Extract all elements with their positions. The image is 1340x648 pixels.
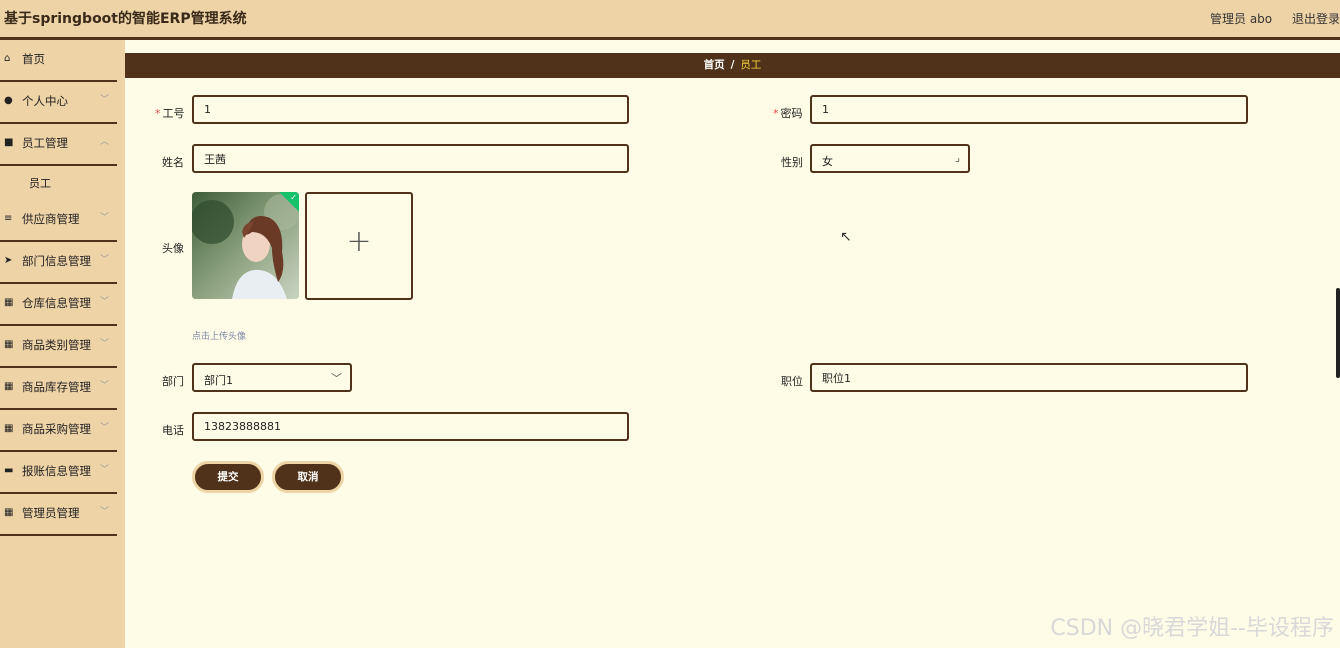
list-icon: ≡ [4, 213, 13, 224]
sidebar-item-label: 员工管理 [22, 136, 68, 150]
check-icon: ✓ [290, 193, 297, 202]
grid-icon: ▦ [4, 339, 14, 350]
scrollbar[interactable] [1336, 288, 1340, 378]
chevron-up-icon: ︿ [99, 137, 109, 147]
sidebar-item-label: 报账信息管理 [22, 464, 91, 478]
chevron-down-icon: ﹀ [99, 95, 109, 105]
resize-corner-icon: ⌟ [954, 151, 960, 164]
sidebar-item-label: 个人中心 [22, 94, 68, 108]
avatar-photo [192, 192, 299, 299]
grid-icon: ▦ [4, 507, 14, 518]
chevron-down-icon: ﹀ [99, 423, 109, 433]
sidebar-item-label: 管理员管理 [22, 506, 80, 520]
sidebar-item-label: 首页 [22, 52, 45, 66]
name-label: 姓名 [162, 156, 184, 169]
top-header: 基于springboot的智能ERP管理系统 管理员 abo 退出登录 [0, 0, 1340, 40]
phone-label: 电话 [162, 424, 184, 437]
header-user-area: 管理员 abo 退出登录 [1194, 10, 1340, 27]
sidebar-subitem-label: 员工 [29, 177, 51, 190]
sidebar-item-purchase[interactable]: ▦ 商品采购管理 ﹀ [0, 410, 117, 452]
breadcrumb-current: 员工 [740, 59, 762, 71]
submit-button[interactable]: 提交 [192, 461, 264, 493]
sidebar-item-label: 商品采购管理 [22, 422, 91, 436]
avatar-label: 头像 [162, 242, 184, 255]
sidebar-item-label: 仓库信息管理 [22, 296, 91, 310]
chevron-down-icon: ﹀ [99, 339, 109, 349]
sidebar-subitem-employee[interactable]: 员工 [0, 167, 117, 197]
gender-label: 性别 [781, 156, 803, 169]
chevron-down-icon: ﹀ [331, 372, 342, 385]
breadcrumb: 首页 / 员工 [125, 53, 1340, 78]
gender-value: 女 [822, 155, 833, 168]
password-label: * 密码 [773, 105, 803, 121]
cancel-button[interactable]: 取消 [272, 461, 344, 493]
mouse-cursor-icon: ↖ [840, 229, 852, 245]
sidebar-item-supplier[interactable]: ≡ 供应商管理 ﹀ [0, 200, 117, 242]
upload-tip: 点击上传头像 [192, 332, 247, 342]
logout-link[interactable]: 退出登录 [1292, 12, 1340, 26]
required-mark: * [155, 107, 161, 120]
avatar-image[interactable]: ✓ [192, 192, 299, 299]
chevron-down-icon: ﹀ [99, 381, 109, 391]
watermark: CSDN @晓君学姐--毕设程序 [1050, 616, 1334, 641]
sidebar-item-reimbursement[interactable]: ▬ 报账信息管理 ﹀ [0, 452, 117, 494]
sidebar-item-home[interactable]: ⌂ 首页 [0, 40, 117, 82]
sidebar-item-department[interactable]: ➤ 部门信息管理 ﹀ [0, 242, 117, 284]
chat-icon: ■ [4, 137, 14, 148]
employee-no-label: * 工号 [155, 105, 185, 121]
department-value: 部门1 [204, 374, 233, 387]
sidebar-item-label: 部门信息管理 [22, 254, 91, 268]
breadcrumb-home[interactable]: 首页 [704, 59, 725, 71]
grid-icon: ▦ [4, 297, 14, 308]
employee-no-input[interactable] [194, 97, 594, 122]
sidebar: ⌂ 首页 ● 个人中心 ﹀ ■ 员工管理 ︿ 员工 ≡ 供应商管理 ﹀ ➤ 部门… [0, 40, 125, 648]
position-label: 职位 [781, 375, 803, 388]
password-label-text: 密码 [780, 107, 803, 120]
sidebar-item-inventory[interactable]: ▦ 商品库存管理 ﹀ [0, 368, 117, 410]
employee-no-field[interactable] [192, 95, 629, 124]
sidebar-item-warehouse[interactable]: ▦ 仓库信息管理 ﹀ [0, 284, 117, 326]
position-input[interactable] [812, 365, 1213, 390]
monitor-icon: ▬ [4, 465, 14, 476]
grid-icon: ▦ [4, 381, 14, 392]
password-input[interactable] [812, 97, 1213, 122]
sidebar-item-employee-mgmt[interactable]: ■ 员工管理 ︿ [0, 124, 117, 166]
chevron-down-icon: ﹀ [99, 465, 109, 475]
sidebar-item-label: 商品库存管理 [22, 380, 91, 394]
current-user: 管理员 abo [1210, 12, 1273, 26]
avatar-upload-button[interactable]: + [305, 192, 413, 300]
user-icon: ● [4, 95, 13, 106]
sidebar-item-category[interactable]: ▦ 商品类别管理 ﹀ [0, 326, 117, 368]
grid-icon: ▦ [4, 423, 14, 434]
sidebar-item-admin[interactable]: ▦ 管理员管理 ﹀ [0, 494, 117, 536]
password-field[interactable] [810, 95, 1248, 124]
chevron-down-icon: ﹀ [99, 507, 109, 517]
sidebar-item-profile[interactable]: ● 个人中心 ﹀ [0, 82, 117, 124]
sidebar-item-label: 商品类别管理 [22, 338, 91, 352]
plus-icon: + [346, 224, 372, 259]
department-label: 部门 [162, 375, 184, 388]
employee-no-label-text: 工号 [162, 107, 185, 120]
chevron-down-icon: ﹀ [99, 297, 109, 307]
phone-field[interactable] [192, 412, 629, 441]
breadcrumb-separator: / [730, 59, 735, 71]
home-icon: ⌂ [4, 53, 11, 64]
name-input[interactable] [194, 146, 594, 171]
send-icon: ➤ [4, 255, 13, 266]
phone-input[interactable] [194, 414, 594, 439]
app-title: 基于springboot的智能ERP管理系统 [4, 11, 247, 27]
position-field[interactable] [810, 363, 1248, 392]
chevron-down-icon: ﹀ [99, 255, 109, 265]
name-field[interactable] [192, 144, 629, 173]
required-mark: * [773, 107, 779, 120]
gender-select[interactable]: 女 ⌟ [810, 144, 970, 173]
department-select[interactable]: 部门1 ﹀ [192, 363, 352, 392]
sidebar-item-label: 供应商管理 [22, 212, 80, 226]
chevron-down-icon: ﹀ [99, 213, 109, 223]
